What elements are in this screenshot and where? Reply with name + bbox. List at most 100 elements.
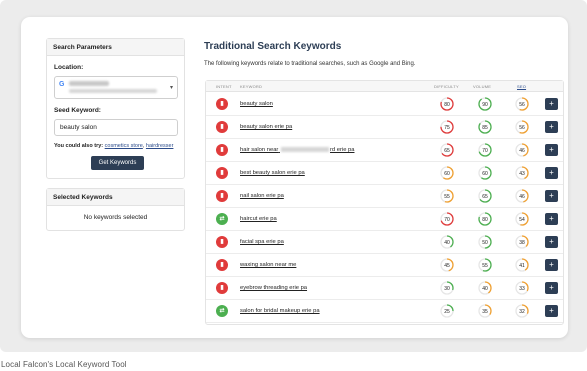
volume-score: 80	[478, 212, 492, 226]
column-seo[interactable]: SEO	[517, 84, 526, 89]
keyword-link[interactable]: facial spa erie pa	[240, 239, 284, 245]
location-address-redacted	[69, 89, 157, 93]
keyword-part: rd erie pa	[329, 147, 355, 154]
add-keyword-button[interactable]: +	[545, 282, 558, 294]
volume-score: 60	[478, 166, 492, 180]
keyword-link[interactable]: waxing salon near me	[240, 262, 296, 268]
seo-score: 56	[515, 120, 529, 134]
table-row: ▮ nail salon erie pa 55 65 46 +	[206, 185, 563, 208]
seed-keyword-label: Seed Keyword:	[54, 107, 101, 114]
seo-value: 56	[519, 102, 525, 108]
add-keyword-button[interactable]: +	[545, 190, 558, 202]
selected-empty-text: No keywords selected	[83, 214, 148, 221]
add-keyword-button[interactable]: +	[545, 259, 558, 271]
volume-value: 80	[482, 217, 488, 223]
table-row: ⇄ salon for bridal makeup erie pa 25 35 32 +	[206, 300, 563, 323]
volume-score: 85	[478, 120, 492, 134]
table-row: ▮ facial spa erie pa 40 50 38 +	[206, 231, 563, 254]
keyword-link[interactable]: eyebrow threading erie pa	[240, 285, 307, 291]
difficulty-value: 60	[444, 171, 450, 177]
difficulty-value: 40	[444, 240, 450, 246]
intent-commercial-icon: ▮	[216, 144, 228, 156]
column-keyword: KEYWORD	[240, 84, 263, 89]
difficulty-score: 60	[440, 166, 454, 180]
table-row: ⇄ haircut erie pa 70 80 54 +	[206, 208, 563, 231]
search-parameters-panel: Search Parameters Location: G ▾ Seed Key…	[46, 38, 185, 179]
intent-navigational-icon: ⇄	[216, 305, 228, 317]
selected-keywords-heading: Selected Keywords	[47, 189, 184, 206]
keyword-link[interactable]: beauty salon	[240, 101, 273, 107]
volume-score: 50	[478, 235, 492, 249]
table-header: INTENT KEYWORD DIFFICULTY VOLUME SEO	[206, 81, 563, 92]
keyword-link[interactable]: beauty salon erie pa	[240, 124, 292, 130]
seo-value: 46	[519, 148, 525, 154]
add-keyword-button[interactable]: +	[545, 213, 558, 225]
keyword-link[interactable]: nail salon erie pa	[240, 193, 284, 199]
intent-commercial-icon: ▮	[216, 282, 228, 294]
volume-score: 65	[478, 189, 492, 203]
column-difficulty: DIFFICULTY	[434, 84, 459, 89]
seo-value: 54	[519, 217, 525, 223]
add-keyword-button[interactable]: +	[545, 98, 558, 110]
intent-commercial-icon: ▮	[216, 121, 228, 133]
volume-value: 70	[482, 148, 488, 154]
difficulty-value: 55	[444, 194, 450, 200]
difficulty-score: 25	[440, 304, 454, 318]
volume-score: 90	[478, 97, 492, 111]
table-row: ▮ best beauty salon erie pa 60 60 43 +	[206, 162, 563, 185]
seo-score: 32	[515, 304, 529, 318]
difficulty-score: 75	[440, 120, 454, 134]
column-intent: INTENT	[216, 84, 232, 89]
difficulty-score: 80	[440, 97, 454, 111]
seed-keyword-input[interactable]: beauty salon	[54, 119, 178, 136]
seo-score: 38	[515, 235, 529, 249]
get-keywords-button[interactable]: Get Keywords	[91, 156, 144, 170]
intent-commercial-icon: ▮	[216, 236, 228, 248]
volume-value: 55	[482, 263, 488, 269]
seo-value: 33	[519, 286, 525, 292]
table-row: ▮ eyebrow threading erie pa 30 40 33 +	[206, 277, 563, 300]
seo-score: 46	[515, 189, 529, 203]
intent-commercial-icon: ▮	[216, 167, 228, 179]
selected-keywords-panel: Selected Keywords No keywords selected	[46, 188, 185, 231]
add-keyword-button[interactable]: +	[545, 167, 558, 179]
seo-score: 33	[515, 281, 529, 295]
add-keyword-button[interactable]: +	[545, 305, 558, 317]
location-select[interactable]: G ▾	[54, 76, 178, 99]
intent-navigational-icon: ⇄	[216, 213, 228, 225]
volume-value: 60	[482, 171, 488, 177]
suggestions-line: You could also try: cosmetics store, hai…	[54, 143, 174, 149]
difficulty-score: 40	[440, 235, 454, 249]
app-card: Search Parameters Location: G ▾ Seed Key…	[21, 17, 568, 338]
keyword-link[interactable]: best beauty salon erie pa	[240, 170, 305, 176]
difficulty-score: 65	[440, 143, 454, 157]
image-caption: Local Falcon's Local Keyword Tool	[1, 360, 127, 369]
keyword-link[interactable]: haircut erie pa	[240, 216, 277, 222]
difficulty-value: 80	[444, 102, 450, 108]
seo-score: 43	[515, 166, 529, 180]
intent-commercial-icon: ▮	[216, 259, 228, 271]
difficulty-score: 70	[440, 212, 454, 226]
keyword-link[interactable]: hair salon near rd erie pa	[240, 147, 354, 153]
keyword-link[interactable]: salon for bridal makeup erie pa	[240, 308, 320, 314]
difficulty-value: 25	[444, 309, 450, 315]
add-keyword-button[interactable]: +	[545, 144, 558, 156]
seo-value: 41	[519, 263, 525, 269]
volume-value: 35	[482, 309, 488, 315]
google-icon: G	[59, 81, 65, 88]
seo-value: 46	[519, 194, 525, 200]
difficulty-value: 70	[444, 217, 450, 223]
seo-value: 38	[519, 240, 525, 246]
volume-score: 40	[478, 281, 492, 295]
add-keyword-button[interactable]: +	[545, 236, 558, 248]
seo-value: 56	[519, 125, 525, 131]
page-title: Traditional Search Keywords	[204, 41, 342, 52]
intent-commercial-icon: ▮	[216, 98, 228, 110]
table-row: ▮ hair salon near rd erie pa 65 70 46 +	[206, 139, 563, 162]
suggestion-link-cosmetics[interactable]: cosmetics store	[105, 143, 143, 149]
suggestion-link-hairdresser[interactable]: hairdresser	[146, 143, 174, 149]
seo-score: 56	[515, 97, 529, 111]
chevron-down-icon: ▾	[169, 85, 173, 91]
add-keyword-button[interactable]: +	[545, 121, 558, 133]
volume-value: 90	[482, 102, 488, 108]
